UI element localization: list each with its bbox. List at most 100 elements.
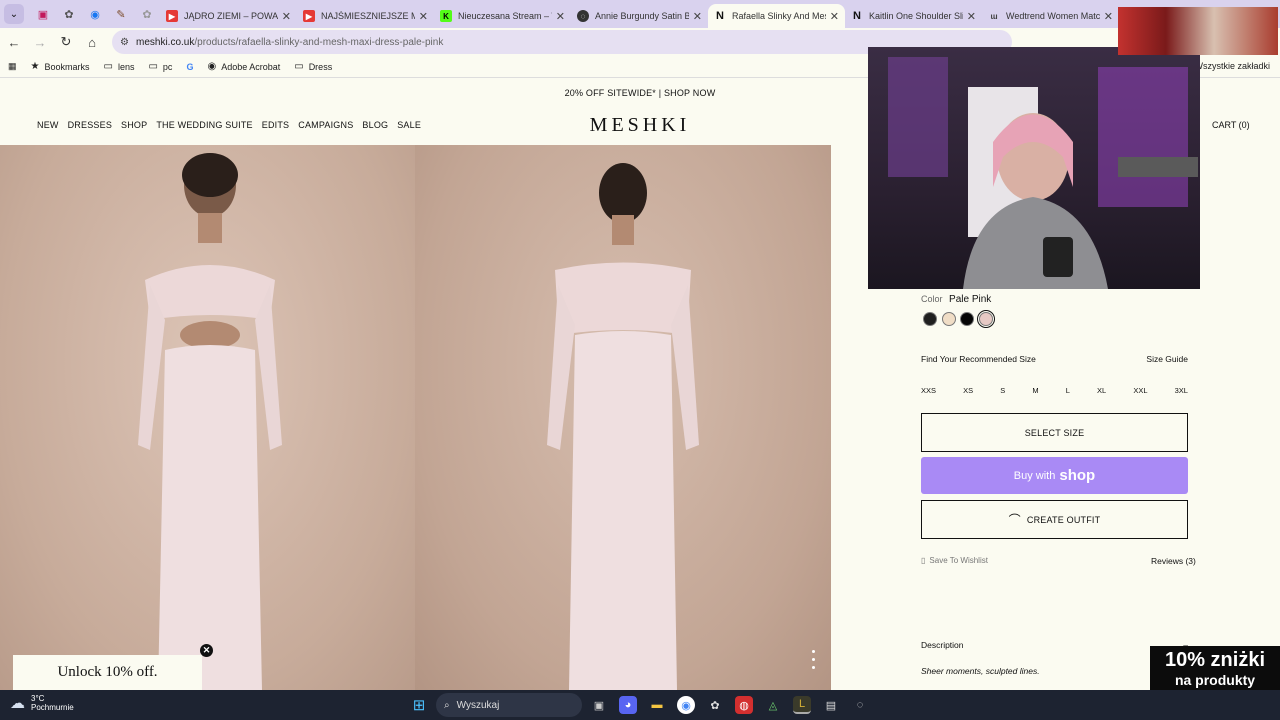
all-bookmarks-button[interactable]: Wszystkie zakładki [1194,61,1270,71]
windows-start-icon[interactable]: ⊞ [410,696,428,714]
tab-title: Kaitlin One Shoulder Slin [869,11,963,21]
forward-icon[interactable]: → [28,35,52,50]
discord-icon[interactable]: ◕ [619,696,637,714]
tab-search-button[interactable]: ⌄ [4,4,24,24]
cloud-icon: ☁ [10,695,25,712]
size-s[interactable]: S [1000,386,1005,395]
close-icon[interactable]: ✕ [830,10,839,23]
swatch-2[interactable] [942,312,956,326]
weather-temp: 3°C [31,694,45,703]
recommended-size-link[interactable]: Find Your Recommended Size [921,354,1036,364]
carousel-dots[interactable] [812,650,816,674]
product-image-front[interactable] [0,145,415,690]
acrobat-icon: ◉ [207,61,217,72]
browser-tab[interactable]: ɯ Wedtrend Women Match ✕ [982,4,1119,28]
shop-pay-button[interactable]: Buy with shop [921,457,1188,494]
bookmark-icon: ▯ [921,556,926,565]
league-icon[interactable]: L [793,696,811,714]
folder-icon: ▭ [148,61,158,72]
apps-icon[interactable]: ▦ [8,61,17,72]
browser-tab[interactable]: ▶ NAJŚMIESZNIEJSZE MOM ✕ [297,4,434,28]
chrome-icon[interactable]: ◉ [677,696,695,714]
size-guide-link[interactable]: Size Guide [1146,354,1188,364]
app-icon: ✎ [116,8,126,21]
close-icon[interactable]: ✕ [419,10,428,23]
pinned-tab-2[interactable]: ✿ [56,3,82,25]
reload-icon[interactable]: ↻ [54,34,78,50]
bookmark-lens[interactable]: ▭ lens [104,61,135,72]
bookmark-pc[interactable]: ▭ pc [148,61,172,72]
pinned-tab-4[interactable]: ✎ [108,3,134,25]
browser-tab[interactable]: N Kaitlin One Shoulder Slin ✕ [845,4,982,28]
pinned-tab-1[interactable]: ▣ [30,3,56,25]
create-outfit-button[interactable]: ⌒ CREATE OUTFIT [921,500,1188,539]
bookmark-adobe[interactable]: ◉ Adobe Acrobat [207,61,280,72]
ad-line-2: na produkty [1174,672,1256,688]
wishlist-link[interactable]: ▯ Save To Wishlist [921,556,988,565]
browser-tab[interactable]: K Nieuczesana Stream – Wy ✕ [434,4,571,28]
size-l[interactable]: L [1066,386,1070,395]
site-info-icon[interactable]: ⚙ [120,37,136,48]
description-accordion[interactable]: Description – [921,640,1188,650]
app-icon[interactable]: ✿ [706,696,724,714]
tab-title: Rafaella Slinky And Mesh [732,11,826,21]
weather-widget[interactable]: ☁ 3°C Pochmurnie [10,694,74,712]
swatch-1[interactable] [923,312,937,326]
bookmark-bookmarks[interactable]: ★ Bookmarks [31,61,90,72]
tab-title: Wedtrend Women Match [1006,11,1100,21]
task-view-icon[interactable]: ▣ [590,696,608,714]
select-size-button[interactable]: SELECT SIZE [921,413,1188,452]
cart-link[interactable]: CART (0) [1212,120,1250,130]
unlock-discount-popup[interactable]: Unlock 10% off. [13,655,202,690]
close-icon[interactable]: ✕ [693,10,702,23]
size-xxs[interactable]: XXS [921,386,936,395]
app-icon[interactable]: ◍ [735,696,753,714]
bookmark-label: Adobe Acrobat [221,61,281,72]
search-icon: ⌕ [444,699,450,711]
create-outfit-label: CREATE OUTFIT [1026,514,1101,525]
bookmark-dress[interactable]: ▭ Dress [294,61,332,72]
color-label: Color [921,294,943,304]
size-xs[interactable]: XS [963,386,973,395]
browser-tab[interactable]: ◌ Annie Burgundy Satin Bo ✕ [571,4,708,28]
close-icon[interactable]: ✕ [967,10,976,23]
product-image-back[interactable] [415,145,831,690]
size-xl[interactable]: XL [1097,386,1106,395]
browser-tab[interactable]: ▶ JĄDRO ZIEMI – POWAŻNI ✕ [160,4,297,28]
close-icon[interactable]: ✕ [556,10,565,23]
bookmark-label: Dress [308,61,333,72]
close-icon[interactable]: ✕ [282,10,291,23]
size-xxl[interactable]: XXL [1133,386,1147,395]
tab-title: Nieuczesana Stream – Wy [458,11,552,21]
pinned-tab-3[interactable]: ◉ [82,3,108,25]
close-icon[interactable]: ✕ [200,644,213,657]
app-icon: ▣ [37,8,49,21]
description-label: Description [921,640,964,650]
file-explorer-icon[interactable]: ▬ [648,696,666,714]
star-icon: ★ [30,61,40,72]
size-3xl[interactable]: 3XL [1175,386,1188,395]
swatch-4-selected[interactable] [977,310,995,328]
reviews-link[interactable]: Reviews (3) [1151,556,1196,566]
webcam-overlay [868,47,1200,289]
pinned-tab-5[interactable]: ✿ [134,3,160,25]
home-icon[interactable]: ⌂ [80,35,104,50]
taskbar: ☁ 3°C Pochmurnie ⊞ ⌕ Wyszukaj ▣ ◕ ▬ ◉ ✿ … [0,690,1280,720]
close-icon[interactable]: ✕ [1104,10,1113,23]
bookmark-google[interactable]: G [186,62,193,72]
size-m[interactable]: M [1032,386,1038,395]
app-icon[interactable]: ◌ [851,696,869,714]
app-icon[interactable]: ◬ [764,696,782,714]
url-host: meshki.co.uk [136,36,195,48]
description-text: Sheer moments, sculpted lines. [921,666,1040,676]
wishlist-label: Save To Wishlist [929,556,988,565]
browser-tab-active[interactable]: N Rafaella Slinky And Mesh ✕ [708,4,845,28]
hanger-icon: ⌒ [1008,513,1021,527]
app-icon[interactable]: ▤ [822,696,840,714]
app-icon: ✿ [142,8,152,21]
back-icon[interactable]: ← [2,35,26,50]
taskbar-search[interactable]: ⌕ Wyszukaj [436,693,582,717]
swatch-3[interactable] [960,312,974,326]
folder-icon: ▭ [294,61,304,72]
color-selector-label: Color Pale Pink [921,294,991,305]
